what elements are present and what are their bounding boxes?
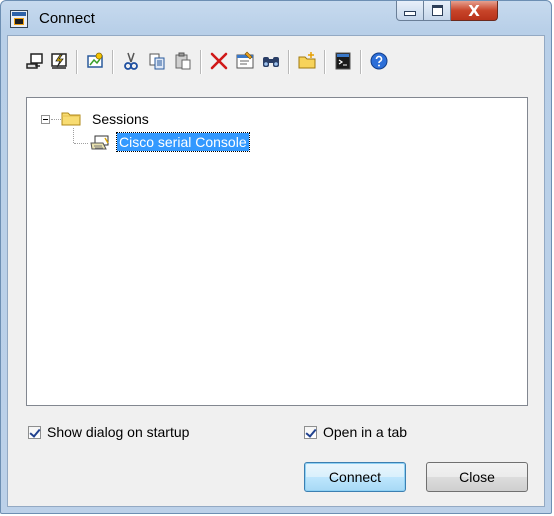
connect-button-main[interactable]: Connect xyxy=(304,462,406,492)
find-icon xyxy=(263,57,279,67)
connect-in-tab-icon xyxy=(87,52,103,68)
new-folder-icon xyxy=(298,52,316,69)
tree-node-sessions[interactable]: Sessions xyxy=(92,111,149,127)
find-button[interactable] xyxy=(260,50,282,72)
quick-connect-icon xyxy=(51,53,67,69)
tree-node-cisco-serial-console[interactable]: Cisco serial Console xyxy=(116,132,250,152)
minimize-icon xyxy=(404,11,416,16)
toolbar-separator xyxy=(76,50,78,74)
cut-button[interactable] xyxy=(120,50,142,72)
delete-button[interactable] xyxy=(208,50,230,72)
cut-icon xyxy=(124,52,138,70)
app-icon[interactable] xyxy=(10,10,28,28)
title-bar[interactable]: Connect X xyxy=(1,1,553,35)
connect-icon xyxy=(26,53,43,69)
connect-button-label: Connect xyxy=(328,469,382,485)
tree-connector xyxy=(51,119,61,120)
properties-button[interactable] xyxy=(234,50,256,72)
copy-button[interactable] xyxy=(146,50,168,72)
connect-button[interactable] xyxy=(24,50,46,72)
tree-connector xyxy=(73,128,74,143)
checkbox-checked-icon xyxy=(28,425,41,439)
minimize-button[interactable] xyxy=(396,1,424,21)
open-in-tab-checkbox[interactable]: Open in a tab xyxy=(304,424,407,440)
new-folder-button[interactable] xyxy=(296,50,318,72)
toolbar-separator xyxy=(112,50,114,74)
show-dialog-on-startup-checkbox[interactable]: Show dialog on startup xyxy=(28,424,189,440)
show-dialog-on-startup-label: Show dialog on startup xyxy=(47,424,190,440)
open-in-tab-label: Open in a tab xyxy=(323,424,408,440)
window-title: Connect xyxy=(39,10,95,27)
toolbar-separator xyxy=(200,50,202,74)
desktop-shortcut-icon xyxy=(335,52,351,70)
copy-icon xyxy=(149,53,165,70)
help-button[interactable] xyxy=(368,50,390,72)
connect-in-tab-button[interactable] xyxy=(84,50,106,72)
paste-button[interactable] xyxy=(172,50,194,72)
toolbar-separator xyxy=(360,50,362,74)
toolbar-separator xyxy=(288,50,290,74)
help-icon xyxy=(370,52,388,70)
collapse-expander-icon[interactable] xyxy=(41,115,50,124)
close-button-label: Close xyxy=(459,469,495,485)
session-tree[interactable]: Sessions Cisco serial Console xyxy=(26,97,528,406)
paste-icon xyxy=(175,52,191,70)
quick-connect-button[interactable] xyxy=(48,50,70,72)
toolbar-separator xyxy=(324,50,326,74)
maximize-icon xyxy=(431,5,443,16)
close-button[interactable]: Close xyxy=(426,462,528,492)
properties-icon xyxy=(236,51,254,69)
checkbox-checked-icon xyxy=(304,425,317,439)
folder-icon xyxy=(61,112,81,126)
desktop-shortcut-button[interactable] xyxy=(332,50,354,72)
session-icon xyxy=(90,135,109,150)
close-window-button[interactable]: X xyxy=(451,1,498,21)
connect-dialog-window: Connect X Sessions Cisco serial Console … xyxy=(0,0,552,514)
delete-icon xyxy=(210,52,228,70)
dialog-client-area: Sessions Cisco serial Console Show dialo… xyxy=(7,35,545,507)
close-icon: X xyxy=(468,1,480,20)
tree-connector xyxy=(74,143,88,144)
maximize-button[interactable] xyxy=(424,1,451,21)
toolbar xyxy=(18,46,538,76)
